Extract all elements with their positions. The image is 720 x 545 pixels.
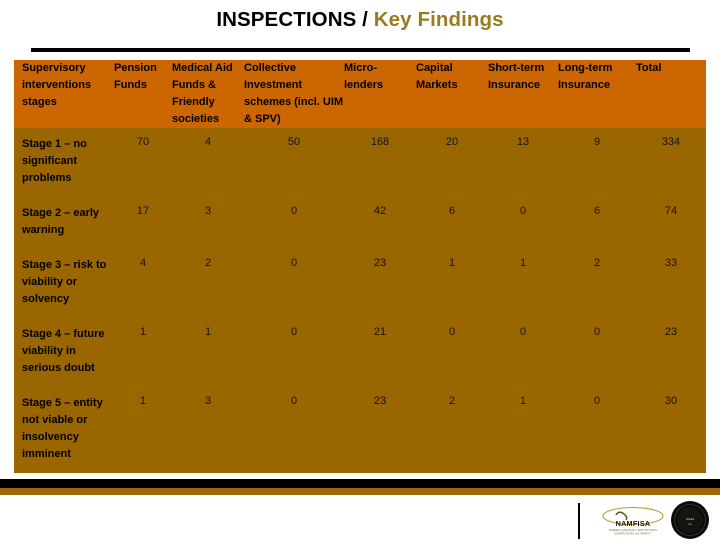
cell-value: 0 — [290, 395, 298, 407]
cell-value-total: 30 — [664, 395, 678, 407]
cell-value-total: 74 — [664, 205, 678, 217]
cell-value: 1 — [204, 326, 212, 338]
cell-value: 0 — [290, 326, 298, 338]
column-header-medical-aid-funds: Medical Aid Funds & Friendly societies — [172, 62, 233, 125]
page-title-primary: INSPECTIONS / — [216, 8, 374, 31]
findings-table: Supervisory interventions stages Pension… — [14, 60, 706, 473]
footer-vertical-divider — [578, 503, 580, 539]
svg-text:SUPERVISORY AUTHORITY: SUPERVISORY AUTHORITY — [614, 532, 651, 536]
cell-value: 13 — [516, 136, 530, 148]
namfisa-logo: NAMFISA NAMIBIA FINANCIAL INSTITUTIONS S… — [600, 504, 666, 536]
table-row: Stage 4 – future viability in serious do… — [14, 318, 706, 387]
row-label-stage-4: Stage 4 – future viability in serious do… — [22, 328, 105, 374]
cell-value: 2 — [593, 257, 601, 269]
cell-value: 20 — [445, 136, 459, 148]
svg-text:●●: ●● — [688, 522, 692, 526]
cell-value: 2 — [448, 395, 456, 407]
cell-value: 6 — [593, 205, 601, 217]
cell-value: 3 — [204, 395, 212, 407]
cell-value: 0 — [519, 205, 527, 217]
findings-table-container: Supervisory interventions stages Pension… — [14, 60, 706, 473]
cell-value: 6 — [448, 205, 456, 217]
column-header-capital-markets: Capital Markets — [416, 62, 458, 91]
table-row: Stage 3 – risk to viability or solvency … — [14, 249, 706, 318]
column-header-long-term-insurance: Long-term Insurance — [558, 62, 613, 91]
title-divider-rule — [31, 48, 690, 52]
table-row: Stage 2 – early warning 17 3 0 42 6 0 6 … — [14, 197, 706, 249]
cell-value: 17 — [136, 205, 150, 217]
footer-black-bar — [0, 479, 720, 488]
seal-logo: ●●●● ●● — [670, 500, 710, 540]
column-header-micro-lenders: Micro-lenders — [344, 62, 384, 91]
table-row: Stage 1 – no significant problems 70 4 5… — [14, 128, 706, 197]
cell-value: 0 — [593, 326, 601, 338]
cell-value: 4 — [139, 257, 147, 269]
cell-value: 50 — [287, 136, 301, 148]
row-label-stage-3: Stage 3 – risk to viability or solvency — [22, 259, 107, 305]
cell-value-total: 33 — [664, 257, 678, 269]
cell-value: 9 — [593, 136, 601, 148]
table-header: Supervisory interventions stages Pension… — [14, 60, 706, 128]
page-title-secondary: Key Findings — [373, 8, 504, 31]
cell-value: 3 — [204, 205, 212, 217]
cell-value-total: 334 — [661, 136, 681, 148]
cell-value: 2 — [204, 257, 212, 269]
cell-value: 21 — [373, 326, 387, 338]
cell-value: 1 — [519, 257, 527, 269]
column-header-short-term-insurance: Short-term Insurance — [488, 62, 545, 91]
cell-value: 4 — [204, 136, 212, 148]
table-row: Stage 5 – entity not viable or insolvenc… — [14, 387, 706, 473]
cell-value: 0 — [448, 326, 456, 338]
cell-value: 23 — [373, 257, 387, 269]
cell-value: 168 — [370, 136, 390, 148]
cell-value: 0 — [290, 205, 298, 217]
cell-value: 1 — [139, 395, 147, 407]
row-label-stage-5: Stage 5 – entity not viable or insolvenc… — [22, 397, 103, 460]
row-label-stage-1: Stage 1 – no significant problems — [22, 138, 87, 184]
row-label-stage-2: Stage 2 – early warning — [22, 207, 100, 236]
cell-value: 42 — [373, 205, 387, 217]
cell-value: 1 — [448, 257, 456, 269]
svg-text:NAMFISA: NAMFISA — [616, 519, 651, 528]
cell-value: 23 — [373, 395, 387, 407]
cell-value-total: 23 — [664, 326, 678, 338]
footer-gold-bar — [0, 488, 720, 495]
column-header-collective-investment: Collective Investment schemes (incl. UIM… — [244, 62, 344, 125]
table-body: Stage 1 – no significant problems 70 4 5… — [14, 128, 706, 473]
cell-value: 70 — [136, 136, 150, 148]
cell-value: 1 — [519, 395, 527, 407]
cell-value: 0 — [519, 326, 527, 338]
column-header-stages: Supervisory interventions stages — [22, 62, 92, 108]
svg-text:NAMIBIA FINANCIAL INSTITUTIONS: NAMIBIA FINANCIAL INSTITUTIONS — [609, 528, 657, 532]
column-header-total: Total — [636, 62, 662, 74]
cell-value: 1 — [139, 326, 147, 338]
svg-text:●●●●: ●●●● — [686, 517, 694, 521]
table-header-row: Supervisory interventions stages Pension… — [14, 60, 706, 128]
column-header-pension-funds: Pension Funds — [114, 62, 157, 91]
cell-value: 0 — [290, 257, 298, 269]
cell-value: 0 — [593, 395, 601, 407]
page-title: INSPECTIONS / Key Findings — [0, 8, 720, 32]
